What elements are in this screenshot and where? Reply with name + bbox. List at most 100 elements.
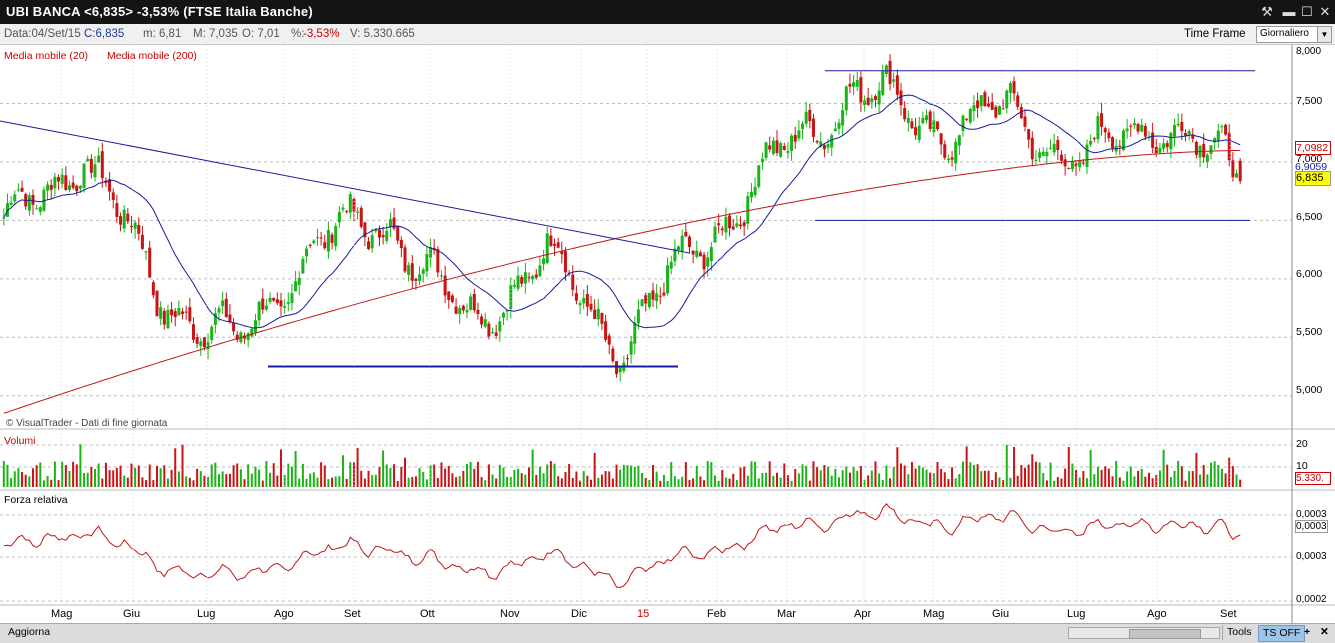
volume-bar bbox=[790, 480, 793, 487]
volume-bar bbox=[600, 474, 603, 487]
volume-bar bbox=[404, 457, 406, 487]
volume-bar bbox=[1027, 464, 1030, 487]
chevron-down-icon[interactable]: ▼ bbox=[1317, 27, 1331, 42]
settings-tool-icon[interactable]: ⚒ bbox=[1258, 3, 1276, 21]
volume-bar bbox=[393, 464, 396, 487]
volume-bar bbox=[290, 466, 293, 487]
candle-body bbox=[202, 337, 206, 348]
volume-bar bbox=[1100, 469, 1103, 487]
candle-body bbox=[709, 246, 713, 262]
horizontal-scrollbar[interactable] bbox=[1068, 627, 1220, 639]
volume-bar bbox=[407, 477, 410, 487]
timeframe-select[interactable]: Giornaliero ▼ bbox=[1256, 26, 1332, 43]
candle-body bbox=[348, 194, 352, 213]
candle-body bbox=[450, 295, 454, 302]
volume-bar bbox=[192, 480, 195, 487]
candle-body bbox=[458, 308, 462, 315]
volume-bar bbox=[845, 466, 848, 487]
candle-body bbox=[35, 208, 39, 210]
candle-body bbox=[119, 216, 123, 225]
volume-bar bbox=[637, 465, 640, 487]
candle-body bbox=[469, 296, 473, 311]
candle-body bbox=[735, 223, 739, 227]
volume-bar bbox=[112, 470, 115, 487]
candle-body bbox=[272, 297, 276, 301]
volume-bar bbox=[1013, 446, 1016, 487]
candle-body bbox=[844, 86, 848, 111]
volume-bar bbox=[754, 461, 757, 487]
volume-bar bbox=[294, 451, 297, 487]
tools-button[interactable]: Tools bbox=[1222, 625, 1256, 640]
volume-bar bbox=[1093, 474, 1096, 487]
volume-bar bbox=[411, 477, 414, 487]
volume-bar bbox=[2, 461, 5, 487]
volume-bar bbox=[739, 467, 742, 487]
volume-bar bbox=[312, 472, 315, 487]
candle-body bbox=[162, 310, 166, 325]
volume-bar bbox=[626, 465, 629, 487]
rs-tick: 0,0003 bbox=[1296, 551, 1327, 562]
volume-bar bbox=[94, 468, 96, 487]
ts-off-button[interactable]: TS OFF bbox=[1258, 625, 1306, 642]
candle-body bbox=[315, 237, 319, 239]
candle-body bbox=[137, 225, 141, 234]
volume-bar bbox=[123, 475, 126, 487]
candle-body bbox=[345, 211, 349, 213]
title-bar: UBI BANCA <6,835> -3,53% (FTSE Italia Ba… bbox=[0, 0, 1335, 24]
volume-bar bbox=[1239, 479, 1242, 487]
volume-bar bbox=[772, 475, 775, 487]
candle-body bbox=[82, 163, 86, 188]
candle-body bbox=[662, 292, 666, 296]
candle-body bbox=[337, 211, 341, 223]
bottom-toolbar: Aggiorna Tools TS OFF + ✕ bbox=[0, 623, 1335, 643]
candle-body bbox=[1205, 154, 1209, 162]
candle-body bbox=[264, 305, 268, 310]
volume-bar bbox=[732, 473, 735, 487]
close-icon[interactable]: ✕ bbox=[1316, 3, 1334, 21]
volume-bar bbox=[929, 472, 932, 487]
minimize-icon[interactable]: ▬ bbox=[1280, 3, 1298, 21]
volume-bar bbox=[1206, 474, 1209, 487]
volume-bar bbox=[1180, 466, 1183, 487]
volume-bar bbox=[1133, 476, 1136, 487]
volume-bar bbox=[743, 466, 746, 487]
chart-area[interactable]: Media mobile (20) Media mobile (200) © V… bbox=[0, 45, 1335, 623]
volume-bar bbox=[188, 477, 191, 487]
candle-body bbox=[1100, 113, 1104, 127]
plus-button[interactable]: + bbox=[1300, 625, 1314, 640]
candle-body bbox=[1103, 128, 1107, 133]
volume-bar bbox=[130, 463, 133, 487]
volume-bar bbox=[141, 477, 144, 487]
candle-body bbox=[246, 333, 250, 341]
volume-bar bbox=[1071, 463, 1074, 487]
candle-body bbox=[691, 250, 695, 255]
volume-bar bbox=[590, 479, 592, 487]
scrollbar-thumb[interactable] bbox=[1129, 629, 1201, 639]
volume-bar bbox=[455, 477, 458, 487]
volume-bar bbox=[1140, 468, 1143, 487]
candle-body bbox=[1238, 160, 1242, 182]
price-chart-svg[interactable] bbox=[0, 45, 1335, 623]
candle-body bbox=[461, 305, 465, 311]
candle-body bbox=[852, 82, 856, 87]
candle-body bbox=[472, 293, 476, 311]
candle-body bbox=[9, 202, 13, 205]
volume-bar bbox=[987, 470, 990, 487]
candle-body bbox=[330, 234, 334, 243]
volume-bar bbox=[1162, 449, 1165, 487]
volume-bar bbox=[724, 477, 727, 487]
candle-body bbox=[731, 226, 735, 230]
candle-body bbox=[115, 203, 119, 217]
x-axis-label: Set bbox=[344, 608, 361, 620]
close-icon[interactable]: ✕ bbox=[1316, 625, 1333, 640]
candle-body bbox=[1096, 116, 1100, 140]
candle-body bbox=[779, 143, 783, 157]
volume-bar bbox=[210, 464, 213, 487]
volume-bar bbox=[429, 465, 432, 487]
maximize-icon[interactable]: ☐ bbox=[1298, 3, 1316, 21]
quote-info-bar: Data:04/Set/15 C:6,835 m: 6,81 M: 7,035 … bbox=[0, 24, 1335, 45]
volume-bar bbox=[1220, 468, 1223, 487]
volume-bar bbox=[874, 461, 877, 487]
volume-bar bbox=[604, 471, 607, 487]
update-button[interactable]: Aggiorna bbox=[4, 625, 54, 640]
